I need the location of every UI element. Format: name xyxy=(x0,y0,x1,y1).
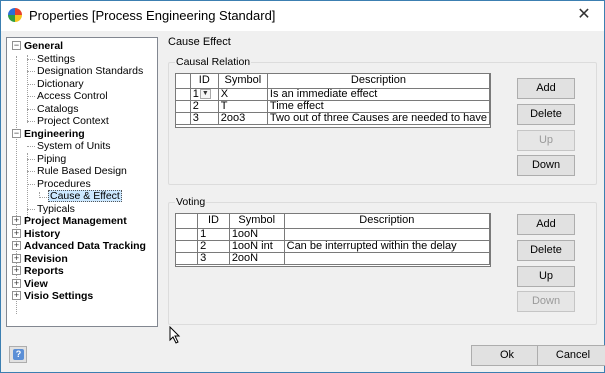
tree-item-revision[interactable]: Revision xyxy=(23,253,69,265)
tree-item-general[interactable]: General xyxy=(23,40,64,52)
section-title: Cause Effect xyxy=(168,36,231,48)
voting-up-button[interactable]: Up xyxy=(517,266,575,287)
mouse-cursor-icon xyxy=(169,326,181,344)
table-row[interactable]: 3 2oo3 Two out of three Causes are neede… xyxy=(176,112,491,125)
tree-item-engineering[interactable]: Engineering xyxy=(23,128,86,140)
column-header-description[interactable]: Description xyxy=(284,214,491,229)
tree-item-dictionary[interactable]: Dictionary xyxy=(36,78,85,90)
tree-item-access-control[interactable]: Access Control xyxy=(36,90,109,102)
table-row[interactable]: 3 2ooN xyxy=(176,252,491,265)
tree-item-piping[interactable]: Piping xyxy=(36,153,67,165)
tree-item-rule-based-design[interactable]: Rule Based Design xyxy=(36,165,128,177)
tree-item-project-management[interactable]: Project Management xyxy=(23,215,128,227)
expand-icon[interactable]: + xyxy=(12,254,21,263)
collapse-icon[interactable]: − xyxy=(12,41,21,50)
tree-item-history[interactable]: History xyxy=(23,228,61,240)
row-header[interactable] xyxy=(176,228,199,241)
voting-add-button[interactable]: Add xyxy=(517,214,575,235)
causal-relation-grid[interactable]: ID Symbol Description 1 ▼ X Is an immedia… xyxy=(175,73,491,128)
group-title: Voting xyxy=(175,196,207,208)
cell-id[interactable]: 2 xyxy=(190,100,219,113)
cell-symbol[interactable]: 2oo3 xyxy=(218,112,268,125)
causal-delete-button[interactable]: Delete xyxy=(517,104,575,125)
tree-item-procedures[interactable]: Procedures xyxy=(36,178,92,190)
tree-item-catalogs[interactable]: Catalogs xyxy=(36,103,79,115)
voting-group: Voting ID Symbol Description 1 1ooN 2 1o… xyxy=(168,196,597,325)
table-row[interactable]: 2 T Time effect xyxy=(176,100,491,113)
cell-symbol[interactable]: 1ooN int xyxy=(229,240,285,253)
cell-symbol[interactable]: 1ooN xyxy=(229,228,285,241)
chevron-down-icon[interactable]: ▼ xyxy=(199,88,211,99)
cell-id[interactable]: 3 xyxy=(197,252,230,265)
ok-button[interactable]: Ok xyxy=(471,345,543,366)
cell-symbol[interactable]: T xyxy=(218,100,268,113)
cell-id[interactable]: 3 xyxy=(190,112,219,125)
voting-delete-button[interactable]: Delete xyxy=(517,240,575,261)
tree-item-system-of-units[interactable]: System of Units xyxy=(36,140,112,152)
voting-down-button[interactable]: Down xyxy=(517,291,575,312)
title-bar: Properties [Process Engineering Standard… xyxy=(1,1,604,31)
window-title: Properties [Process Engineering Standard… xyxy=(29,8,276,23)
cell-description[interactable]: Two out of three Causes are needed to ha… xyxy=(267,112,491,125)
column-header-description[interactable]: Description xyxy=(267,74,491,89)
cell-symbol[interactable]: 2ooN xyxy=(229,252,285,265)
row-header[interactable] xyxy=(176,240,199,253)
causal-down-button[interactable]: Down xyxy=(517,155,575,176)
cell-id[interactable]: 2 xyxy=(197,240,230,253)
column-header-symbol[interactable]: Symbol xyxy=(229,214,285,229)
cell-symbol[interactable]: X xyxy=(218,88,268,101)
tree-item-settings[interactable]: Settings xyxy=(36,53,76,65)
collapse-icon[interactable]: − xyxy=(12,129,21,138)
voting-grid[interactable]: ID Symbol Description 1 1ooN 2 1ooN int xyxy=(175,213,491,267)
tree-item-visio-settings[interactable]: Visio Settings xyxy=(23,290,94,302)
column-header-symbol[interactable]: Symbol xyxy=(218,74,268,89)
cell-description[interactable]: Time effect xyxy=(267,100,491,113)
tree-item-typicals[interactable]: Typicals xyxy=(36,203,76,215)
causal-up-button[interactable]: Up xyxy=(517,130,575,151)
cell-description[interactable]: Is an immediate effect xyxy=(267,88,491,101)
column-header-id[interactable]: ID xyxy=(197,214,230,229)
row-header[interactable] xyxy=(176,252,199,265)
properties-dialog: Properties [Process Engineering Standard… xyxy=(0,0,605,373)
help-icon: ? xyxy=(13,349,24,360)
tree-item-reports[interactable]: Reports xyxy=(23,265,65,277)
row-header[interactable] xyxy=(176,88,191,101)
expand-icon[interactable]: + xyxy=(12,266,21,275)
close-button[interactable]: ✕ xyxy=(574,6,594,24)
cell-description[interactable] xyxy=(284,228,491,241)
tree-item-view[interactable]: View xyxy=(23,278,49,290)
dialog-body: − General Settings Designation Standards… xyxy=(1,31,605,372)
tree-item-designation-standards[interactable]: Designation Standards xyxy=(36,65,144,77)
column-header-id[interactable]: ID xyxy=(190,74,219,89)
app-logo-icon xyxy=(8,8,22,22)
expand-icon[interactable]: + xyxy=(12,216,21,225)
expand-icon[interactable]: + xyxy=(12,279,21,288)
help-button[interactable]: ? xyxy=(9,346,27,363)
cell-id[interactable]: 1 xyxy=(197,228,230,241)
cell-description[interactable]: Can be interrupted within the delay xyxy=(284,240,491,253)
table-row[interactable]: 1 1ooN xyxy=(176,228,491,241)
expand-icon[interactable]: + xyxy=(12,229,21,238)
row-header-corner xyxy=(176,74,191,89)
cancel-button[interactable]: Cancel xyxy=(537,345,605,366)
cell-id[interactable]: 1 ▼ xyxy=(190,88,219,101)
causal-add-button[interactable]: Add xyxy=(517,78,575,99)
tree-item-cause-effect[interactable]: Cause & Effect xyxy=(48,190,122,202)
cell-description[interactable] xyxy=(284,252,491,265)
tree-item-advanced-data-tracking[interactable]: Advanced Data Tracking xyxy=(23,240,147,252)
expand-icon[interactable]: + xyxy=(12,291,21,300)
row-header-corner xyxy=(176,214,199,229)
tree-item-project-context[interactable]: Project Context xyxy=(36,115,110,127)
table-row[interactable]: 2 1ooN int Can be interrupted within the… xyxy=(176,240,491,253)
row-header[interactable] xyxy=(176,100,191,113)
group-title: Causal Relation xyxy=(175,56,252,68)
row-header[interactable] xyxy=(176,112,191,125)
causal-relation-group: Causal Relation ID Symbol Description 1 ▼… xyxy=(168,56,597,185)
expand-icon[interactable]: + xyxy=(12,241,21,250)
settings-tree[interactable]: − General Settings Designation Standards… xyxy=(6,37,158,327)
table-row[interactable]: 1 ▼ X Is an immediate effect xyxy=(176,88,491,101)
